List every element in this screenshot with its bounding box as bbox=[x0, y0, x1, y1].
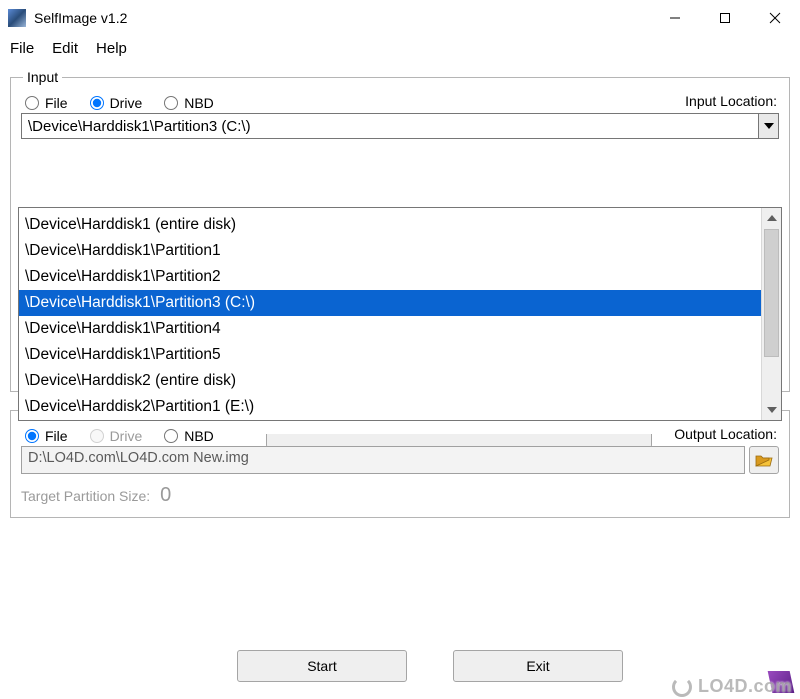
dropdown-item[interactable]: \Device\Harddisk1\Partition1 bbox=[19, 238, 761, 264]
browse-button[interactable] bbox=[749, 446, 779, 474]
radio-out-nbd[interactable] bbox=[164, 429, 178, 443]
dropdown-list: \Device\Harddisk1 (entire disk)\Device\H… bbox=[19, 208, 761, 420]
input-location-combo[interactable]: \Device\Harddisk1\Partition3 (C:\) bbox=[21, 113, 779, 139]
radio-nbd[interactable] bbox=[164, 96, 178, 110]
maximize-button[interactable] bbox=[700, 3, 750, 33]
dropdown-item[interactable]: \Device\Harddisk1 (entire disk) bbox=[19, 212, 761, 238]
menu-file[interactable]: File bbox=[10, 40, 34, 57]
menu-edit[interactable]: Edit bbox=[52, 40, 78, 57]
radio-out-drive bbox=[90, 429, 104, 443]
target-partition-row: Target Partition Size: 0 bbox=[21, 484, 779, 507]
input-dropdown: \Device\Harddisk1 (entire disk)\Device\H… bbox=[18, 207, 782, 421]
dropdown-item[interactable]: \Device\Harddisk2 (entire disk) bbox=[19, 368, 761, 394]
minimize-button[interactable] bbox=[650, 3, 700, 33]
dropdown-scrollbar[interactable] bbox=[761, 208, 781, 420]
start-button[interactable]: Start bbox=[237, 650, 407, 682]
input-location-value: \Device\Harddisk1\Partition3 (C:\) bbox=[22, 114, 758, 138]
output-path-field[interactable]: D:\LO4D.com\LO4D.com New.img bbox=[21, 446, 745, 474]
input-radio-drive[interactable]: Drive bbox=[90, 95, 143, 111]
scroll-up-button[interactable] bbox=[762, 208, 781, 228]
dropdown-item[interactable]: \Device\Harddisk1\Partition4 bbox=[19, 316, 761, 342]
corner-decorative-icon bbox=[768, 671, 795, 693]
radio-file[interactable] bbox=[25, 96, 39, 110]
radio-out-file[interactable] bbox=[25, 429, 39, 443]
dropdown-item[interactable]: \Device\Harddisk1\Partition5 bbox=[19, 342, 761, 368]
app-icon bbox=[8, 9, 26, 27]
close-button[interactable] bbox=[750, 3, 800, 33]
dropdown-item[interactable]: \Device\Harddisk1\Partition2 bbox=[19, 264, 761, 290]
window-title: SelfImage v1.2 bbox=[34, 10, 650, 26]
output-radio-file[interactable]: File bbox=[25, 428, 68, 444]
input-radio-nbd[interactable]: NBD bbox=[164, 95, 214, 111]
dropdown-item[interactable]: \Device\Harddisk1\Partition3 (C:\) bbox=[19, 290, 761, 316]
scroll-down-button[interactable] bbox=[762, 400, 781, 420]
titlebar: SelfImage v1.2 bbox=[0, 0, 800, 36]
menubar: File Edit Help bbox=[0, 36, 800, 67]
bottom-buttons: Start Exit bbox=[0, 650, 800, 682]
output-location-row: D:\LO4D.com\LO4D.com New.img bbox=[21, 446, 779, 474]
folder-open-icon bbox=[755, 453, 773, 467]
menu-help[interactable]: Help bbox=[96, 40, 127, 57]
exit-button[interactable]: Exit bbox=[453, 650, 623, 682]
dropdown-item[interactable]: \Device\Harddisk2\Partition1 (E:\) bbox=[19, 394, 761, 420]
input-radio-file[interactable]: File bbox=[25, 95, 68, 111]
input-legend: Input bbox=[23, 69, 62, 85]
output-radio-drive: Drive bbox=[90, 428, 143, 444]
radio-drive[interactable] bbox=[90, 96, 104, 110]
target-partition-value: 0 bbox=[160, 484, 171, 507]
output-radio-nbd[interactable]: NBD bbox=[164, 428, 214, 444]
combo-dropdown-button[interactable] bbox=[758, 114, 778, 138]
target-partition-label: Target Partition Size: bbox=[21, 488, 150, 504]
